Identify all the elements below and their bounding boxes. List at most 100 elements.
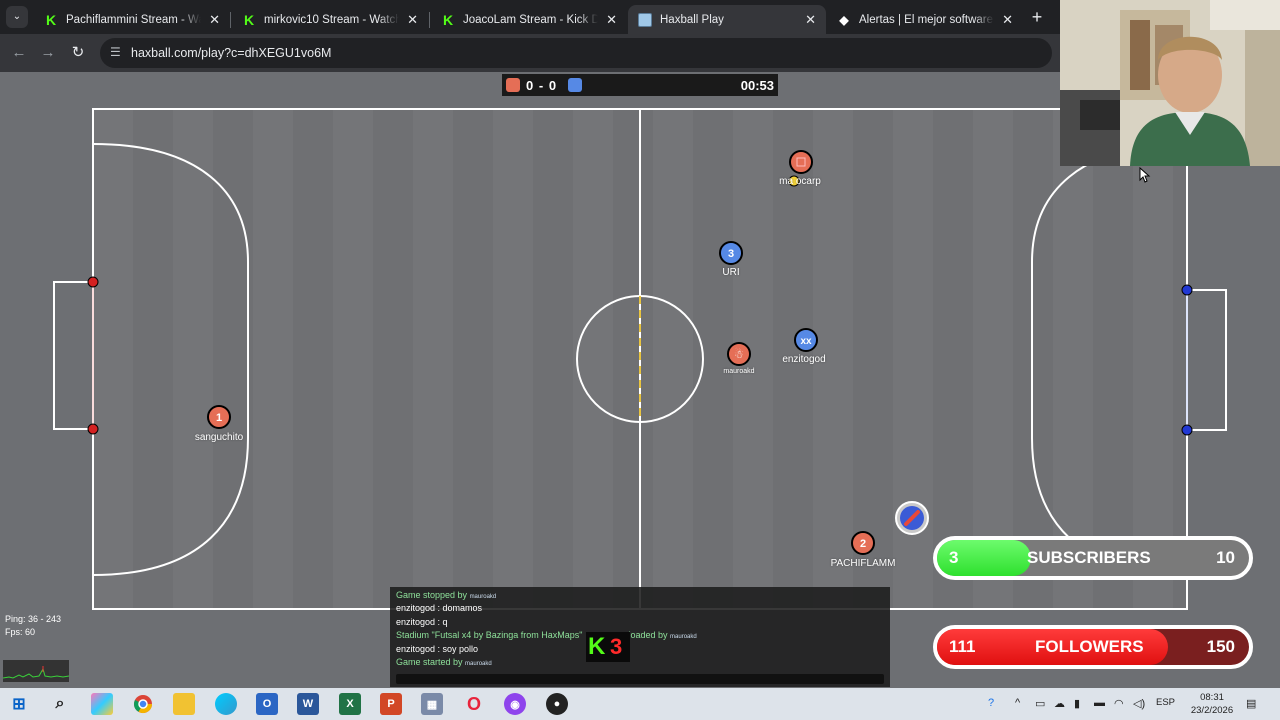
copilot-icon[interactable] [91,693,113,715]
url-text: haxball.com/play?c=dhXEGU1vo6M [131,46,332,60]
tab-haxball-play[interactable]: Haxball Play ✕ [628,5,826,34]
player-disc-maocarp [789,150,813,174]
subscribers-current: 3 [949,548,959,567]
blue-team-icon [568,78,582,92]
new-tab-button[interactable]: + [1026,6,1048,28]
player-name: URI [722,267,740,278]
followers-goal-bar: 111 FOLLOWERS 150 [933,625,1253,669]
opera-icon[interactable]: O [463,693,485,715]
tab-search-button[interactable]: ⌄ [6,6,28,28]
tab-mirkovic10[interactable]: K mirkovic10 Stream - Watch Live ✕ [232,5,428,34]
usb-icon[interactable]: ▮ [1074,697,1080,710]
kick-badge-count: 3 [610,634,623,659]
tab-strip: ⌄ K Pachiflammini Stream - Watch Live ✕ … [0,0,1060,34]
player-disc-mauroakd: ☃ [727,342,751,366]
kick-viewer-badge: K 3 [586,632,630,662]
followers-label: FOLLOWERS [1035,637,1144,656]
chrome-icon[interactable] [132,693,154,715]
scoreboard: 0 - 0 00:53 [502,74,778,96]
clock-time: 08:31 [1200,692,1224,703]
player-disc-uri: 3 [719,241,743,265]
excel-icon[interactable]: X [339,693,361,715]
chat-line: enzitogod : q [396,616,448,627]
calculator-icon[interactable]: ▦ [421,693,443,715]
ping-text: Ping: 36 - 243 [5,614,62,624]
svg-text:1: 1 [216,412,222,424]
discord-icon[interactable]: ◉ [504,693,526,715]
chat-line: Game stopped by mauroakd [396,590,497,600]
kick-icon: K [44,11,58,28]
pencil-tool-icon [895,501,929,535]
notifications-icon[interactable]: ▤ [1246,697,1256,710]
reload-button[interactable]: ↻ [67,42,89,64]
webcam-feed [1060,0,1280,166]
back-button[interactable]: ← [8,42,30,64]
svg-text:☃: ☃ [734,348,744,361]
battery-icon[interactable]: ▬ [1094,697,1105,709]
player-name: mauroakd [723,368,755,375]
fps-text: Fps: 60 [5,627,36,637]
chat-line: Stadium "Futsal x4 by Bazinga from HaxMa… [396,630,697,641]
close-tab-icon[interactable]: ✕ [407,12,418,28]
tab-title: JoacoLam Stream - Kick Dashboard [463,13,599,26]
language-indicator[interactable]: ESP [1156,697,1175,708]
powerpoint-icon[interactable]: P [380,693,402,715]
subscribers-goal-bar: 3 SUBSCRIBERS 10 [933,536,1253,580]
chat-line: enzitogod : domamos [396,603,483,614]
chat-panel: Game stopped by mauroakd enzitogod : dom… [390,587,890,687]
address-bar-row: ← → ↻ ☰ haxball.com/play?c=dhXEGU1vo6M [0,34,1060,72]
haxball-icon [638,12,652,27]
player-name: ma ocarp [779,176,821,187]
tab-alertas[interactable]: ◆ Alertas | El mejor software para strea… [827,5,1023,34]
wifi-icon[interactable]: ◠ [1114,697,1124,710]
close-tab-icon[interactable]: ✕ [209,12,220,28]
outlook-icon[interactable]: O [256,693,278,715]
volume-icon[interactable]: ◁) [1133,697,1145,710]
help-icon[interactable]: ? [988,697,994,709]
ping-graph [3,660,69,682]
show-hidden-icons-icon[interactable]: ^ [1015,697,1020,709]
followers-goal: 150 [1206,637,1235,656]
chat-line: Game started by mauroakd [396,656,492,667]
tab-divider [230,12,231,28]
subscribers-goal: 10 [1216,548,1235,567]
close-tab-icon[interactable]: ✕ [805,12,816,28]
windows-start-icon[interactable]: ⊞ [8,693,30,715]
tab-joacolam[interactable]: K JoacoLam Stream - Kick Dashboard ✕ [431,5,627,34]
player-disc-sanguchito: 1 [207,405,231,429]
tray-app-icon[interactable]: ▭ [1035,697,1045,710]
player-name: enzitogod [782,354,826,365]
close-tab-icon[interactable]: ✕ [1002,12,1013,28]
mouse-cursor-icon [1139,167,1151,183]
svg-text:xx: xx [800,336,812,347]
obs-icon[interactable]: ● [546,693,568,715]
search-icon[interactable]: ⌕ [49,693,71,715]
followers-current: 111 [949,637,976,656]
url-bar[interactable]: ☰ haxball.com/play?c=dhXEGU1vo6M [100,38,1052,68]
svg-text:3: 3 [728,248,734,260]
webcam-overlay [1060,0,1280,166]
red-team-icon [506,78,520,92]
tab-title: Haxball Play [660,13,724,26]
edge-icon[interactable] [215,693,237,715]
kick-icon: K [242,11,256,28]
word-icon[interactable]: W [297,693,319,715]
match-timer: 00:53 [740,78,774,93]
player-name: PACHIFLAMM [830,558,896,569]
forward-button[interactable]: → [37,42,59,64]
score: 0 - 0 [526,78,558,93]
player-disc-pachiflamm: 2 [851,531,875,555]
chat-line: enzitogod : soy pollo [396,643,479,654]
ping-fps-stats: Ping: 36 - 243 Fps: 60 [5,613,61,639]
subscribers-label: SUBSCRIBERS [1027,548,1151,567]
close-tab-icon[interactable]: ✕ [606,12,617,28]
kick-logo-icon: K [588,633,606,660]
chat-input[interactable] [396,674,884,684]
tab-title: Pachiflammini Stream - Watch Live [66,13,201,26]
tab-title: mirkovic10 Stream - Watch Live [264,13,400,26]
cloud-icon[interactable]: ☁ [1054,697,1065,710]
site-settings-icon[interactable]: ☰ [110,45,124,59]
file-explorer-icon[interactable] [173,693,195,715]
tab-pachiflammini[interactable]: K Pachiflammini Stream - Watch Live ✕ [34,5,230,34]
taskbar-clock[interactable]: 08:31 23/2/2026 [1186,691,1238,717]
